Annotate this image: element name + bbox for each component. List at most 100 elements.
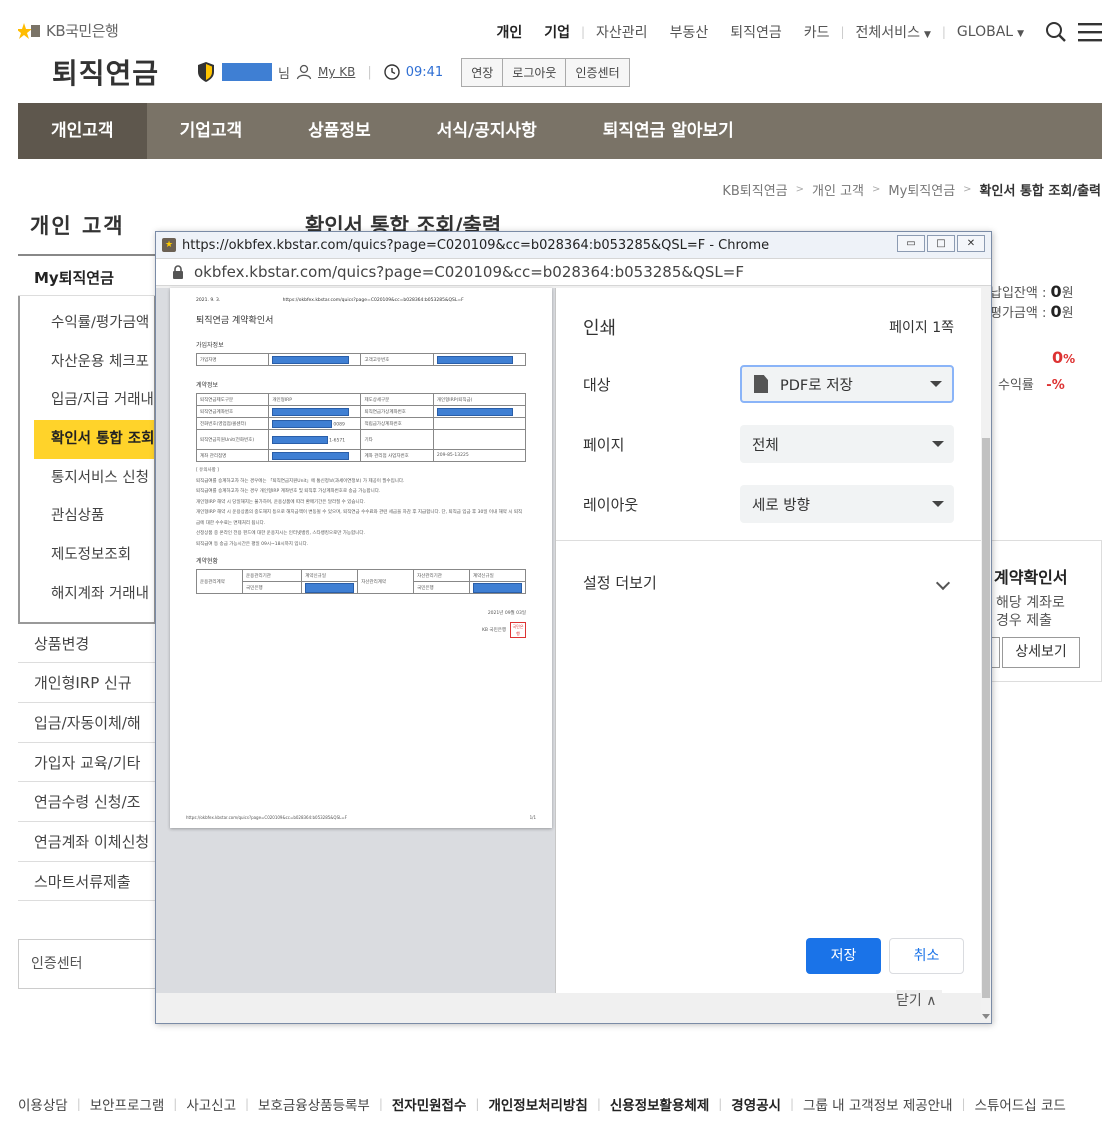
- breadcrumb-item[interactable]: KB퇴직연금: [722, 180, 787, 199]
- lnb-item[interactable]: 스마트서류제출: [18, 862, 156, 902]
- destination-value: PDF로 저장: [780, 377, 853, 394]
- footer-link[interactable]: 전자민원접수: [383, 1094, 476, 1114]
- cert-center-button[interactable]: 인증센터: [566, 58, 629, 86]
- seal-stamp: 국민은행: [510, 622, 526, 638]
- breadcrumb-item[interactable]: My퇴직연금: [888, 180, 955, 199]
- gnb-forms-notices[interactable]: 서식/공지사항: [404, 103, 570, 159]
- lnb-sub-item[interactable]: 해지계좌 거래내: [20, 575, 154, 614]
- lnb-item[interactable]: 가입자 교육/기타: [18, 743, 156, 783]
- gnb-learn-pension[interactable]: 퇴직연금 알아보기: [570, 103, 767, 159]
- doc-section: 가입자정보: [196, 342, 224, 349]
- popup-address-bar[interactable]: okbfex.kbstar.com/quics?page=C020109&cc=…: [156, 258, 991, 286]
- extend-button[interactable]: 연장: [462, 58, 504, 86]
- nav-global[interactable]: GLOBAL ▼: [946, 24, 1035, 40]
- nav-realestate[interactable]: 부동산: [659, 22, 720, 42]
- nav-business[interactable]: 기업: [533, 22, 581, 42]
- scroll-down-arrow-icon[interactable]: [982, 1014, 990, 1019]
- session-buttons: 연장 로그아웃 인증센터: [461, 57, 630, 87]
- kb-logo[interactable]: KB국민은행: [18, 20, 119, 41]
- note-line: 선정상품 중 온라인 전용 펀드에 대한 운용지시는 인터넷뱅킹, 스타뱅킹으로…: [196, 531, 365, 536]
- layout-select[interactable]: 세로 방향: [740, 485, 954, 523]
- footer-link[interactable]: 경영공시: [722, 1094, 790, 1114]
- cell: 개인형IRP: [268, 393, 362, 406]
- close-icon[interactable]: ✕: [957, 235, 985, 252]
- lnb-group-my-pension[interactable]: My퇴직연금: [18, 254, 156, 296]
- scrollbar-thumb[interactable]: [982, 438, 990, 998]
- dropdown-arrow-icon: [932, 441, 944, 447]
- lnb-sub-item[interactable]: 통지서비스 신청: [20, 459, 154, 498]
- lnb-sub-item-active[interactable]: 확인서 통합 조회: [34, 420, 154, 459]
- print-settings-panel: 인쇄 페이지 1쪽 대상 PDF로 저장 페이지 전체 레이아웃 세로 방향 설…: [556, 288, 981, 993]
- footer-link[interactable]: 보호금융상품등록부: [249, 1094, 379, 1114]
- caret-down-icon: ▼: [923, 30, 931, 40]
- footer-link[interactable]: 스튜어드십 코드: [966, 1094, 1075, 1114]
- lnb-sub-item[interactable]: 자산운용 체크포: [20, 343, 154, 382]
- detail-button[interactable]: 상세보기: [1002, 637, 1080, 668]
- cell: 고객고유번호: [360, 353, 434, 366]
- cell: [469, 581, 526, 594]
- maximize-icon[interactable]: □: [927, 235, 955, 252]
- save-button[interactable]: 저장: [806, 938, 881, 974]
- gnb-personal[interactable]: 개인고객: [18, 103, 147, 159]
- footer-link[interactable]: 보안프로그램: [81, 1094, 174, 1114]
- settings-divider: [556, 540, 981, 541]
- cert-center-link[interactable]: 인증센터: [18, 939, 158, 989]
- destination-row: 대상 PDF로 저장: [583, 365, 954, 403]
- minimize-icon[interactable]: ▭: [897, 235, 925, 252]
- footer-link[interactable]: 신용정보활용체제: [601, 1094, 718, 1114]
- yield-label: 수익률: [998, 378, 1034, 393]
- card-title: 계약확인서: [994, 568, 1068, 587]
- cell: 개인형IRP(퇴직금): [432, 393, 527, 406]
- cell: 계좌 관리점 사업자번호: [360, 449, 434, 462]
- status-table: 운용관리계약 운용관리기관 계약신규일 자산관리계약 자산관리기관 계약신규일 …: [195, 569, 526, 594]
- popup-scrollbar[interactable]: [981, 288, 991, 1021]
- cell: [432, 429, 527, 450]
- lnb-item[interactable]: 연금수령 신청/조: [18, 782, 156, 822]
- lnb-sub-item[interactable]: 입금/지급 거래내: [20, 381, 154, 420]
- cell: 제도상세구분: [360, 393, 434, 406]
- mykb-link[interactable]: My KB: [318, 65, 355, 79]
- lnb-sub-item[interactable]: 수익률/평가금액: [20, 304, 154, 343]
- note-line: 퇴직급여 등 송금 가능시간은 평일 09시~18시까지 입니다.: [196, 541, 309, 547]
- lnb-sub-item[interactable]: 관심상품: [20, 497, 154, 536]
- rate-value: 0: [1052, 348, 1064, 367]
- lnb-item[interactable]: 상품변경: [18, 624, 156, 664]
- nav-pension[interactable]: 퇴직연금: [719, 22, 793, 42]
- breadcrumb-current: 확인서 통합 조회/출력: [979, 184, 1101, 199]
- pages-row: 페이지 전체: [583, 425, 954, 463]
- breadcrumb-item[interactable]: 개인 고객: [812, 180, 864, 199]
- nav-all-services[interactable]: 전체서비스 ▼: [845, 22, 942, 42]
- footer-link[interactable]: 사고신고: [177, 1094, 245, 1114]
- destination-select[interactable]: PDF로 저장: [740, 365, 954, 403]
- doc-footer-url: https://okbfex.kbstar.com/quics?page=C02…: [186, 815, 347, 820]
- nav-wealth[interactable]: 자산관리: [585, 22, 659, 42]
- eval-label: 평가금액 :: [990, 306, 1051, 321]
- lnb-item[interactable]: 입금/자동이체/해: [18, 703, 156, 743]
- nav-card[interactable]: 카드: [793, 22, 841, 42]
- cancel-button[interactable]: 취소: [889, 938, 964, 974]
- window-controls: ▭ □ ✕: [897, 235, 985, 252]
- gnb-business[interactable]: 기업고객: [147, 103, 276, 159]
- popup-titlebar[interactable]: ★ https://okbfex.kbstar.com/quics?page=C…: [156, 232, 991, 258]
- more-settings-label: 설정 더보기: [583, 574, 657, 592]
- hamburger-menu-icon[interactable]: [1077, 19, 1103, 45]
- lnb-sub-item[interactable]: 제도정보조회: [20, 536, 154, 575]
- nav-personal[interactable]: 개인: [485, 22, 533, 42]
- lock-icon: [173, 265, 183, 279]
- logout-button[interactable]: 로그아웃: [503, 58, 567, 86]
- cell: [301, 581, 359, 594]
- footer-link[interactable]: 그룹 내 고객정보 제공안내: [794, 1094, 962, 1114]
- footer-link[interactable]: 이용상담: [18, 1094, 77, 1114]
- search-icon[interactable]: [1043, 19, 1069, 45]
- lnb-item[interactable]: 연금계좌 이체신청: [18, 822, 156, 862]
- masked-username: [222, 63, 272, 81]
- gnb-products[interactable]: 상품정보: [275, 103, 404, 159]
- chevron-right-icon: >: [872, 184, 881, 195]
- footer-link[interactable]: 개인정보처리방침: [479, 1094, 596, 1114]
- cell: 퇴직연금제도구분: [195, 393, 270, 406]
- pages-select[interactable]: 전체: [740, 425, 954, 463]
- note-line: 개인형IRP 해약 시 당일해지는 불가하며, 운용상품에 따라 환매기간은 달…: [196, 499, 366, 505]
- lnb-item[interactable]: 개인형IRP 신규: [18, 663, 156, 703]
- more-settings-row[interactable]: 설정 더보기: [583, 572, 954, 593]
- doc-footer-page: 1/1: [529, 815, 536, 820]
